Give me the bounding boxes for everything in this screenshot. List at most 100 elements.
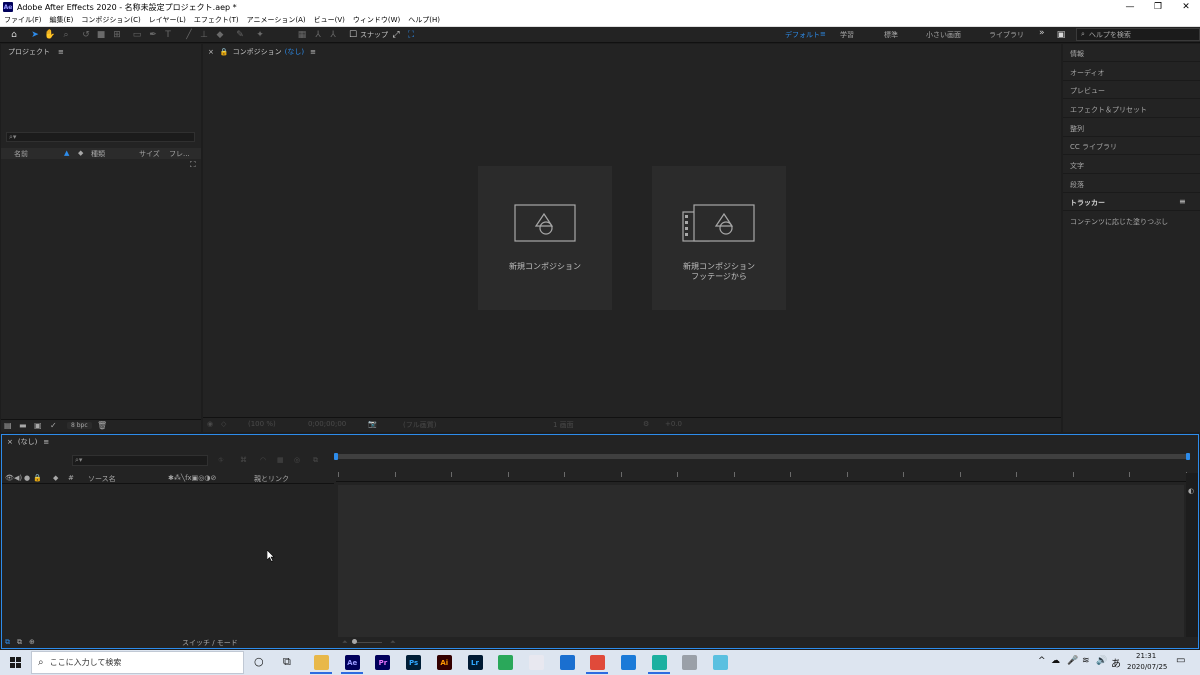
eraser-tool-icon[interactable]: ◆	[214, 29, 226, 41]
panel-menu-icon[interactable]: ≡	[310, 48, 316, 56]
project-search-input[interactable]: ⌕▾	[6, 132, 195, 142]
video-visibility-icon[interactable]: 👁	[5, 474, 14, 482]
menu-window[interactable]: ウィンドウ(W)	[349, 15, 404, 25]
zoom-slider-handle[interactable]	[352, 639, 357, 644]
line-app-icon[interactable]	[498, 655, 514, 670]
close-tab-icon[interactable]: ×	[7, 438, 13, 446]
switches-icon[interactable]: ✱⁂╲fx▣◎◑⊘	[168, 474, 216, 482]
mask-icon[interactable]: ◇	[221, 420, 226, 428]
frame-blend-icon[interactable]: ▦	[277, 456, 284, 464]
layer-number-icon[interactable]: #	[68, 474, 74, 482]
panel-align[interactable]: 整列	[1070, 124, 1084, 134]
windows-start-icon[interactable]	[10, 657, 21, 668]
new-composition-card[interactable]: 新規コンポジション	[478, 166, 612, 310]
maximize-button[interactable]: ❐	[1144, 0, 1172, 14]
always-preview-icon[interactable]: ◉	[207, 420, 213, 428]
chrome-icon[interactable]	[590, 655, 606, 670]
timeline-search-input[interactable]: ⌕▾	[72, 455, 208, 466]
taskbar-search-input[interactable]: ⌕ ここに入力して検索	[31, 651, 244, 674]
hand-tool-icon[interactable]: ✋	[44, 29, 56, 41]
workspace-small-screen[interactable]: 小さい画面	[926, 30, 961, 40]
adjust-icon[interactable]: ✓	[50, 421, 57, 430]
align-icon[interactable]: ▦	[296, 29, 308, 41]
panel-content-aware-fill[interactable]: コンテンツに応じた塗りつぶし	[1070, 217, 1168, 227]
sort-ascending-icon[interactable]: ▲	[64, 149, 69, 157]
transfer-controls-toggle-icon[interactable]: ⧉	[17, 638, 22, 647]
clone-stamp-tool-icon[interactable]: ⊥	[198, 29, 210, 41]
paint-icon[interactable]	[713, 655, 729, 670]
interpret-footage-icon[interactable]: ▤	[4, 421, 12, 430]
workspace-default[interactable]: デフォルト	[785, 30, 820, 40]
solo-icon[interactable]: ●	[24, 474, 30, 482]
column-frame[interactable]: フレ...	[169, 149, 190, 159]
snap-features-icon[interactable]: ⛶	[405, 29, 417, 41]
panel-character[interactable]: 文字	[1070, 161, 1084, 171]
menu-layer[interactable]: レイヤー(L)	[145, 15, 190, 25]
audio-icon[interactable]: ◀)	[14, 474, 22, 482]
panel-tracker[interactable]: トラッカー	[1070, 198, 1105, 208]
work-area-bar[interactable]	[334, 453, 1190, 460]
zoom-out-icon[interactable]: ⏶	[342, 638, 348, 647]
work-area-end-handle[interactable]	[1186, 453, 1190, 460]
mail-icon[interactable]	[559, 655, 575, 670]
premiere-pro-icon[interactable]: Pr	[375, 655, 391, 670]
clock-time[interactable]: 21:31	[1136, 652, 1156, 660]
switch-mode-toggle[interactable]: スイッチ / モード	[182, 638, 238, 648]
label-icon[interactable]: ◆	[53, 474, 58, 482]
lock-icon[interactable]: 🔒	[33, 474, 42, 482]
microphone-app-icon[interactable]	[682, 655, 698, 670]
layer-list[interactable]	[2, 485, 334, 637]
panel-menu-icon[interactable]: ≡	[43, 438, 49, 446]
search-mode-icon[interactable]: ▣	[1055, 29, 1067, 41]
label-tag-icon[interactable]: ◆	[78, 149, 83, 157]
timeline-track-area[interactable]	[338, 485, 1184, 637]
work-area-start-handle[interactable]	[334, 453, 338, 460]
panel-info[interactable]: 情報	[1070, 49, 1084, 59]
in-out-toggle-icon[interactable]: ⊕	[29, 638, 35, 646]
column-name[interactable]: 名前	[14, 149, 28, 159]
composition-name[interactable]: (なし)	[285, 47, 304, 57]
panel-preview[interactable]: プレビュー	[1070, 86, 1105, 96]
exposure-value[interactable]: +0.0	[665, 420, 682, 428]
clock-date[interactable]: 2020/07/25	[1127, 663, 1167, 671]
menu-composition[interactable]: コンポジション(C)	[77, 15, 144, 25]
pan-behind-tool-icon[interactable]: ⊞	[111, 29, 123, 41]
camera-tool-icon[interactable]: ■	[95, 29, 107, 41]
flowchart-icon[interactable]: ⛶	[190, 160, 196, 170]
pen-tool-icon[interactable]: ✒	[147, 29, 159, 41]
new-composition-icon[interactable]: ▣	[34, 421, 42, 430]
time-ruler[interactable]	[336, 462, 1188, 482]
rectangle-tool-icon[interactable]: ▭	[131, 29, 143, 41]
workspace-menu-icon[interactable]: ≡	[820, 30, 826, 38]
menu-file[interactable]: ファイル(F)	[0, 15, 46, 25]
help-search-input[interactable]: ⌕ ヘルプを検索	[1076, 28, 1200, 41]
menu-animation[interactable]: アニメーション(A)	[243, 15, 310, 25]
close-button[interactable]: ✕	[1172, 0, 1200, 14]
roto-brush-tool-icon[interactable]: ✎	[234, 29, 246, 41]
timeline-tab-title[interactable]: (なし)	[18, 437, 37, 447]
bpc-button[interactable]: 8 bpc	[67, 422, 92, 429]
after-effects-icon[interactable]: Ae	[344, 655, 360, 670]
rotate-tool-icon[interactable]: ↺	[80, 29, 92, 41]
menu-help[interactable]: ヘルプ(H)	[404, 15, 444, 25]
timeline-scrollbar[interactable]: ◐	[1186, 473, 1198, 637]
panel-effects-presets[interactable]: エフェクト＆プリセット	[1070, 105, 1147, 115]
workspace-libraries[interactable]: ライブラリ	[989, 30, 1024, 40]
brush-tool-icon[interactable]: ╱	[183, 29, 195, 41]
type-tool-icon[interactable]: T	[162, 29, 174, 41]
comp-flowchart-icon[interactable]: ⛗	[218, 456, 224, 465]
column-source-name[interactable]: ソース名	[88, 474, 116, 484]
workspace-standard[interactable]: 標準	[884, 30, 898, 40]
panel-paragraph[interactable]: 段落	[1070, 180, 1084, 190]
composition-tab-title[interactable]: コンポジション	[233, 47, 282, 57]
new-comp-from-footage-card[interactable]: 新規コンポジション フッテージから	[652, 166, 786, 310]
draft-3d-icon[interactable]: ⌘	[240, 456, 247, 464]
store-icon[interactable]	[621, 655, 636, 670]
motion-blur-icon[interactable]: ◎	[294, 456, 300, 464]
workspace-learn[interactable]: 学習	[840, 30, 854, 40]
layer-switches-toggle-icon[interactable]: ⧉	[5, 638, 10, 647]
shy-icon[interactable]: ◠	[260, 456, 266, 464]
illustrator-icon[interactable]: Ai	[436, 655, 452, 670]
zoom-dropdown[interactable]: (100 %)	[248, 420, 276, 428]
ime-indicator[interactable]: あ	[1111, 655, 1121, 670]
